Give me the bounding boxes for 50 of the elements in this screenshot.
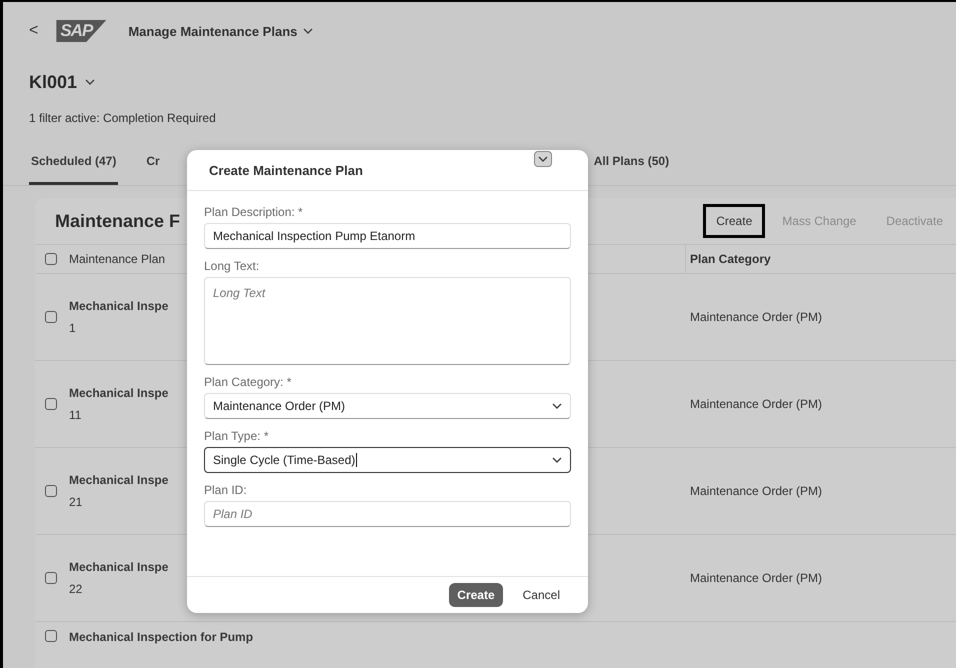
- plan-number: 1: [69, 321, 77, 335]
- plan-number: 21: [69, 495, 84, 509]
- tab[interactable]: Scheduled (47): [29, 154, 118, 185]
- dropdown-field[interactable]: Maintenance Order (PM): [204, 393, 571, 419]
- tab[interactable]: All Plans (50): [592, 154, 672, 185]
- plan-title: Mechanical Inspe: [69, 473, 168, 487]
- dropdown-chevron-icon: [552, 402, 562, 410]
- plan-title: Mechanical Inspection for Pump: [69, 630, 254, 644]
- tab[interactable]: Cr: [144, 154, 162, 185]
- dialog-title: Create Maintenance Plan: [187, 150, 588, 191]
- plan-title: Mechanical Inspe: [69, 299, 168, 313]
- dropdown-field[interactable]: Single Cycle (Time-Based): [204, 447, 571, 473]
- toolbar-button[interactable]: Create: [703, 204, 766, 238]
- field-label: Plan Category: *: [204, 375, 292, 389]
- plan-number: 22: [69, 582, 84, 596]
- column-header: Maintenance Plan: [69, 252, 166, 266]
- app-title-menu[interactable]: Manage Maintenance Plans: [120, 24, 314, 38]
- text-area[interactable]: Long Text: [204, 277, 571, 365]
- plan-number: 11: [69, 408, 82, 422]
- chevron-down-icon: [303, 28, 314, 34]
- row-checkbox[interactable]: [45, 485, 57, 497]
- row-checkbox[interactable]: [45, 572, 57, 584]
- field-label: Plan Description: *: [204, 205, 304, 219]
- row-checkbox[interactable]: [45, 630, 57, 642]
- page-title-menu[interactable]: Kl001: [29, 72, 96, 93]
- filter-info: 1 filter active: Completion Required: [29, 111, 217, 125]
- select-all-checkbox[interactable]: [45, 253, 57, 265]
- table-cell-text: Maintenance Order (PM): [689, 571, 822, 585]
- chevron-down-icon: [538, 156, 548, 162]
- chevron-down-icon: [85, 79, 96, 86]
- back-button[interactable]: <: [25, 22, 42, 40]
- column-header: Plan Category: [685, 245, 956, 274]
- input-field[interactable]: Mechanical Inspection Pump Etanorm: [204, 223, 571, 249]
- row-checkbox[interactable]: [45, 311, 57, 323]
- field-label: Long Text:: [204, 259, 260, 273]
- field-label: Plan ID:: [204, 483, 248, 497]
- logo: SAP: [56, 20, 106, 42]
- table-cell-text: Maintenance Order (PM): [689, 484, 822, 498]
- plan-title: Mechanical Inspe: [69, 560, 168, 574]
- row-checkbox[interactable]: [45, 398, 57, 410]
- table-title: Maintenance F: [55, 210, 180, 232]
- dropdown-chevron-icon: [552, 456, 562, 464]
- create-button[interactable]: Create: [449, 583, 503, 607]
- table-cell-text: Maintenance Order (PM): [689, 310, 822, 324]
- cancel-button[interactable]: Cancel: [514, 583, 568, 607]
- plan-title: Mechanical Inspe: [69, 386, 168, 400]
- field-label: Plan Type: *: [204, 429, 270, 443]
- table-cell-text: Maintenance Order (PM): [689, 397, 822, 411]
- input-field[interactable]: Plan ID: [204, 501, 571, 527]
- header-expand-button[interactable]: [534, 151, 552, 167]
